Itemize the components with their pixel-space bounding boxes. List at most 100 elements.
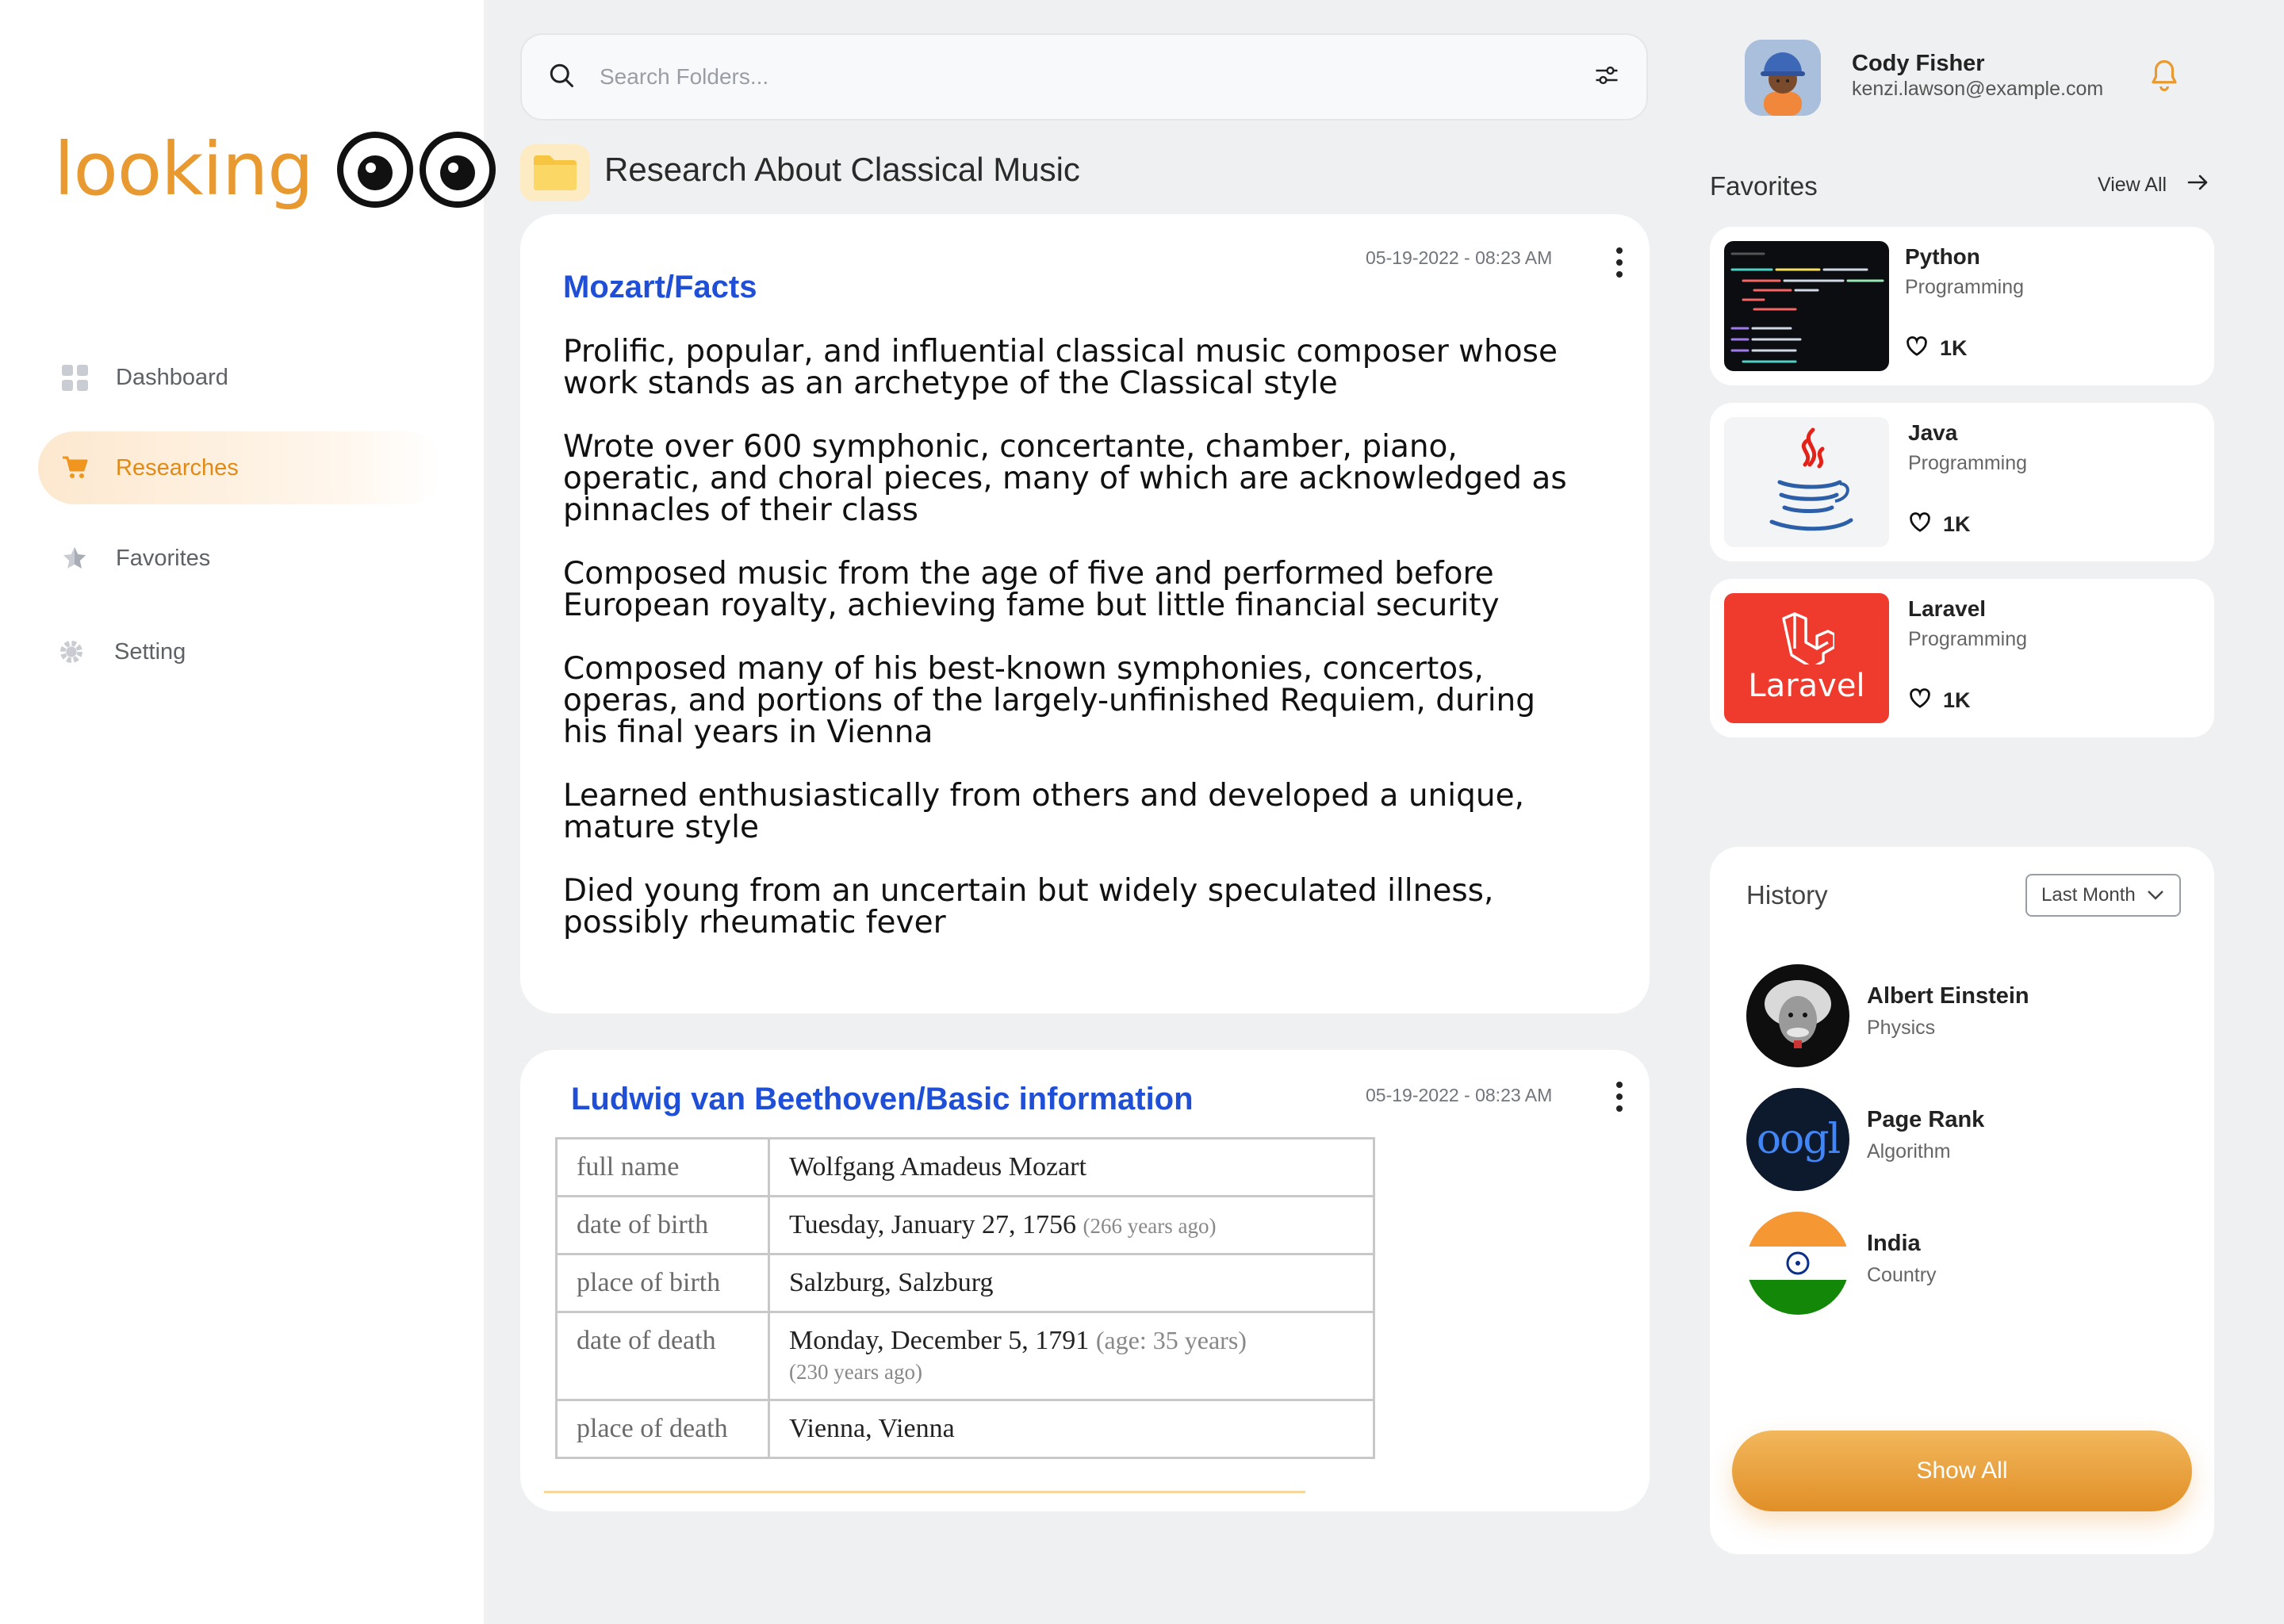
fact-item: Wrote over 600 symphonic, concertante, c… <box>563 429 1567 528</box>
table-value: Vienna, Vienna <box>768 1399 1375 1459</box>
fact-item: Died young from an uncertain but widely … <box>563 873 1494 940</box>
history-name: Albert Einstein <box>1867 983 2029 1009</box>
heart-icon <box>1908 511 1932 538</box>
view-all-label: View All <box>2098 174 2167 196</box>
favorite-category: Programming <box>1908 452 2028 474</box>
sidebar-item-label: Dashboard <box>116 364 228 390</box>
fact-item: Learned enthusiastically from others and… <box>563 778 1524 845</box>
table-key: place of birth <box>555 1253 770 1313</box>
value-note: (266 years ago) <box>1083 1214 1217 1238</box>
favorite-likes[interactable]: 1K <box>1908 687 1971 714</box>
user-name: Cody Fisher <box>1852 51 1985 76</box>
card-title[interactable]: Mozart/Facts <box>563 270 757 305</box>
card-date: 05-19-2022 - 08:23 AM <box>1366 1085 1553 1105</box>
history-category: Country <box>1867 1264 1937 1286</box>
bell-icon[interactable] <box>2148 57 2181 98</box>
more-options-icon[interactable] <box>1611 1082 1627 1112</box>
favorites-title: Favorites <box>1710 171 1818 201</box>
history-category: Physics <box>1867 1017 1936 1039</box>
favorite-name: Java <box>1908 420 1958 445</box>
filter-icon[interactable] <box>1592 61 1621 94</box>
favorite-card-java[interactable]: Java Programming 1K <box>1710 403 2214 561</box>
info-table: full name Wolfgang Amadeus Mozart date o… <box>555 1137 1375 1459</box>
favorite-card-laravel[interactable]: Laravel Laravel Programming 1K <box>1710 579 2214 737</box>
search-icon[interactable] <box>547 61 576 94</box>
google-logo-icon: oogl <box>1746 1088 1849 1191</box>
search-input[interactable] <box>600 64 1592 90</box>
cart-icon <box>60 454 89 482</box>
heart-icon <box>1905 335 1929 362</box>
java-logo-icon <box>1724 417 1889 547</box>
value-text: Vienna, Vienna <box>789 1414 955 1443</box>
card-title[interactable]: Ludwig van Beethoven/Basic information <box>571 1082 1194 1117</box>
arrow-right-icon <box>2187 173 2209 197</box>
research-card: Mozart/Facts 05-19-2022 - 08:23 AM Proli… <box>520 214 1650 1013</box>
facts-list: Prolific, popular, and influential class… <box>563 336 1586 971</box>
likes-count: 1K <box>1943 688 1971 712</box>
divider <box>544 1491 1305 1493</box>
likes-count: 1K <box>1943 512 1971 536</box>
table-key: full name <box>555 1137 770 1197</box>
user-email: kenzi.lawson@example.com <box>1852 78 2104 100</box>
table-value: Wolfgang Amadeus Mozart <box>768 1137 1375 1197</box>
table-key: place of death <box>555 1399 770 1459</box>
favorite-name: Python <box>1905 244 1980 269</box>
view-all-link[interactable]: View All <box>2098 173 2209 197</box>
value-text: Salzburg, Salzburg <box>789 1268 994 1297</box>
table-row: place of death Vienna, Vienna <box>555 1399 1375 1459</box>
gear-icon <box>57 638 86 666</box>
history-panel: History Last Month Albert Einstein Physi… <box>1710 847 2214 1554</box>
table-key: date of death <box>555 1311 770 1401</box>
heart-icon <box>1908 687 1932 714</box>
favorite-name: Laravel <box>1908 596 1987 621</box>
likes-count: 1K <box>1940 336 1968 360</box>
favorite-category: Programming <box>1905 276 2025 298</box>
sidebar: looking Dashboard Researches Favorites S… <box>0 0 496 1624</box>
search-bar <box>520 33 1648 121</box>
table-row: date of birth Tuesday, January 27, 1756 … <box>555 1195 1375 1255</box>
india-flag-icon <box>1746 1212 1849 1315</box>
show-all-button[interactable]: Show All <box>1732 1431 2192 1511</box>
history-item-india[interactable]: India Country <box>1746 1212 2190 1315</box>
favorite-likes[interactable]: 1K <box>1908 511 1971 538</box>
history-filter-value: Last Month <box>2041 884 2136 906</box>
table-row: full name Wolfgang Amadeus Mozart <box>555 1137 1375 1197</box>
favorite-card-python[interactable]: Python Programming 1K <box>1710 227 2214 385</box>
fact-item: Prolific, popular, and influential class… <box>563 334 1558 401</box>
app-logo[interactable]: looking <box>54 127 496 212</box>
laravel-logo-icon: Laravel <box>1724 593 1889 723</box>
table-value: Salzburg, Salzburg <box>768 1253 1375 1313</box>
avatar[interactable] <box>1745 40 1821 116</box>
history-item-einstein[interactable]: Albert Einstein Physics <box>1746 964 2190 1067</box>
einstein-avatar <box>1746 964 1849 1067</box>
table-row: place of birth Salzburg, Salzburg <box>555 1253 1375 1313</box>
card-date: 05-19-2022 - 08:23 AM <box>1366 247 1553 268</box>
history-item-page-rank[interactable]: oogl Page Rank Algorithm <box>1746 1088 2190 1191</box>
favorite-likes[interactable]: 1K <box>1905 335 1968 362</box>
sidebar-item-label: Favorites <box>116 545 211 571</box>
table-key: date of birth <box>555 1195 770 1255</box>
laravel-logo-text: Laravel <box>1748 668 1865 704</box>
sidebar-item-setting[interactable]: Setting <box>38 615 443 688</box>
fact-item: Composed many of his best-known symphoni… <box>563 651 1536 750</box>
logo-text: looking <box>54 127 314 212</box>
sidebar-item-label: Researches <box>116 454 239 481</box>
table-value: Monday, December 5, 1791 (age: 35 years)… <box>768 1311 1375 1401</box>
python-thumbnail <box>1724 241 1889 371</box>
sidebar-item-favorites[interactable]: Favorites <box>38 522 443 595</box>
sidebar-item-label: Setting <box>114 638 186 665</box>
eyes-icon <box>331 131 496 208</box>
sidebar-item-dashboard[interactable]: Dashboard <box>38 341 443 414</box>
value-text: Monday, December 5, 1791 <box>789 1326 1090 1355</box>
research-card: Ludwig van Beethoven/Basic information 0… <box>520 1050 1650 1511</box>
history-name: Page Rank <box>1867 1107 1985 1132</box>
table-value: Tuesday, January 27, 1756 (266 years ago… <box>768 1195 1375 1255</box>
more-options-icon[interactable] <box>1611 247 1627 278</box>
history-name: India <box>1867 1231 1921 1256</box>
sidebar-item-researches[interactable]: Researches <box>38 431 443 504</box>
value-note: (age: 35 years) <box>1095 1326 1247 1354</box>
table-row: date of death Monday, December 5, 1791 (… <box>555 1311 1375 1401</box>
history-filter-select[interactable]: Last Month <box>2025 874 2181 917</box>
favorite-category: Programming <box>1908 628 2028 650</box>
value-note: (230 years ago) <box>789 1360 922 1384</box>
